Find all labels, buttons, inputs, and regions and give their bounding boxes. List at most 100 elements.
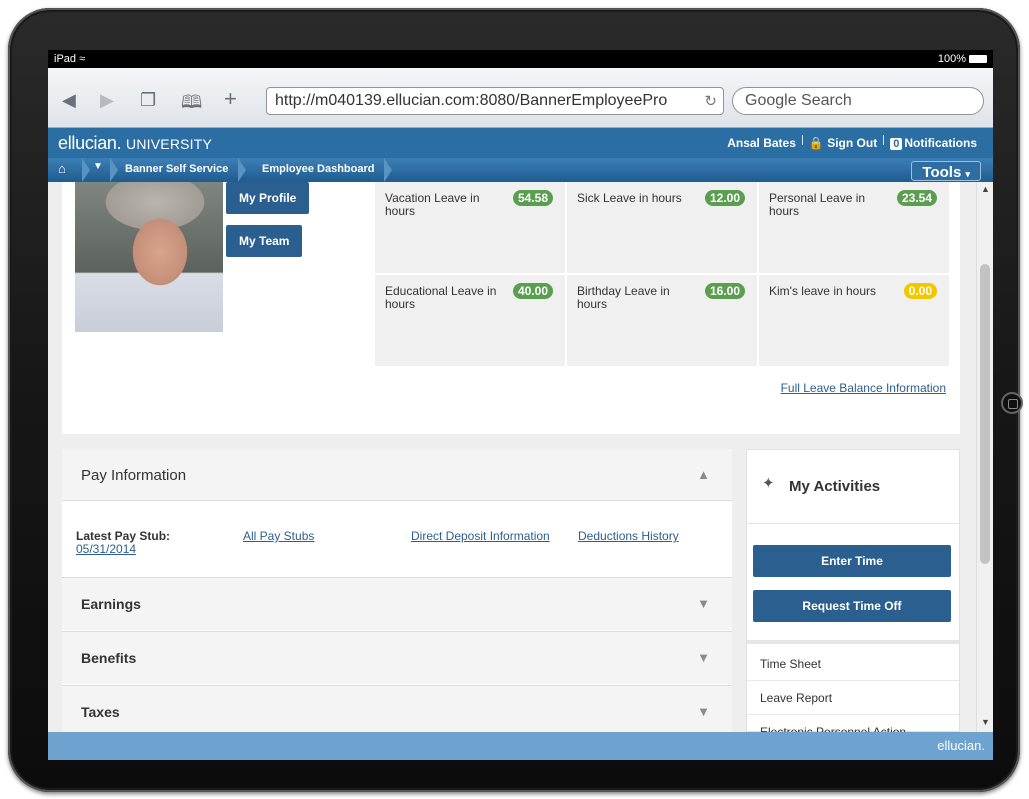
pay-links-row: Latest Pay Stub: 05/31/2014 All Pay Stub… [62, 502, 732, 577]
forward-arrow-icon[interactable]: ▶ [100, 90, 114, 111]
electronic-personnel-action-link[interactable]: Electronic Personnel Action [747, 715, 959, 732]
my-activities-title: My Activities [789, 478, 881, 495]
breadcrumb-employee-dashboard[interactable]: Employee Dashboard [262, 163, 374, 175]
chevron-down-icon[interactable]: ▼ [697, 704, 710, 719]
accordion-taxes[interactable]: Taxes ▼ [62, 685, 732, 732]
battery-indicator: 100% [938, 53, 987, 65]
breadcrumb-banner-self-service[interactable]: Banner Self Service [125, 163, 228, 175]
leave-item: Sick Leave in hours 12.00 [567, 182, 757, 273]
leave-balances: Vacation Leave in hours 54.58 Sick Leave… [375, 182, 949, 366]
full-leave-balance-link[interactable]: Full Leave Balance Information [781, 381, 946, 395]
my-activities-header: ✦ My Activities [747, 450, 959, 524]
accordion-label: Earnings [81, 596, 141, 612]
leave-value-badge: 54.58 [512, 190, 553, 206]
sign-out-link[interactable]: 🔒 Sign Out [809, 136, 877, 150]
tools-menu-button[interactable]: Tools ▾ [911, 161, 981, 181]
footer-brand: ellucian. [937, 738, 985, 753]
lock-icon: 🔒 [808, 136, 824, 150]
crumb-separator [384, 158, 392, 182]
scroll-down-icon[interactable]: ▼ [981, 717, 990, 727]
accordion-earnings[interactable]: Earnings ▼ [62, 577, 732, 630]
divider [747, 640, 959, 644]
page-footer: ellucian. [48, 732, 993, 760]
crumb-separator [82, 158, 90, 182]
divider [801, 135, 803, 145]
accordion-label: Benefits [81, 650, 137, 666]
leave-label: Personal Leave in hours [769, 191, 866, 218]
leave-item: Personal Leave in hours 23.54 [759, 182, 949, 273]
latest-pay-stub-link[interactable]: 05/31/2014 [76, 542, 136, 556]
app-header: ellucian. UNIVERSITY Ansal Bates 🔒 Sign … [48, 128, 993, 158]
notifications-link[interactable]: 0 Notifications [890, 136, 977, 150]
search-placeholder: Google Search [745, 92, 852, 109]
crumb-separator [110, 158, 118, 182]
crumb-separator [238, 158, 246, 182]
leave-label: Educational Leave in hours [385, 284, 497, 311]
chevron-down-icon[interactable]: ▼ [93, 161, 103, 172]
all-pay-stubs-link[interactable]: All Pay Stubs [243, 529, 314, 543]
request-time-off-button[interactable]: Request Time Off [753, 590, 951, 622]
profile-leave-card: My Profile My Team Vacation Leave in hou… [62, 182, 960, 434]
magic-wand-icon: ✦ [762, 475, 775, 492]
chevron-down-icon[interactable]: ▼ [697, 596, 710, 611]
pay-information-title: Pay Information [81, 467, 187, 484]
leave-label: Birthday Leave in hours [577, 284, 670, 311]
battery-icon [969, 55, 987, 64]
pay-information-header[interactable]: Pay Information ▲ [62, 449, 732, 501]
bookmarks-icon[interactable]: 🕮 [181, 90, 202, 120]
tabs-icon[interactable]: ❐ [140, 90, 156, 111]
brand-logo[interactable]: ellucian. UNIVERSITY [58, 133, 212, 154]
chevron-up-icon[interactable]: ▲ [697, 467, 710, 482]
home-button-icon[interactable] [1001, 392, 1023, 414]
chevron-down-icon: ▾ [965, 169, 970, 179]
leave-value-badge: 16.00 [704, 283, 745, 299]
notifications-badge: 0 [890, 138, 903, 150]
direct-deposit-link[interactable]: Direct Deposit Information [411, 529, 550, 543]
leave-item: Birthday Leave in hours 16.00 [567, 275, 757, 366]
carrier-label: iPad ≈ [54, 53, 86, 65]
scroll-thumb[interactable] [980, 264, 990, 564]
deductions-history-link[interactable]: Deductions History [578, 529, 679, 543]
leave-report-link[interactable]: Leave Report [747, 681, 959, 715]
leave-item: Educational Leave in hours 40.00 [375, 275, 565, 366]
scroll-up-icon[interactable]: ▲ [981, 184, 990, 194]
add-icon[interactable]: + [224, 86, 237, 112]
user-menu: Ansal Bates 🔒 Sign Out 0 Notifications [727, 135, 977, 150]
wifi-icon: ≈ [79, 53, 86, 65]
chevron-down-icon[interactable]: ▼ [697, 650, 710, 665]
home-icon[interactable]: ⌂ [58, 161, 66, 176]
my-team-button[interactable]: My Team [226, 225, 303, 257]
browser-toolbar: ◀ ▶ ❐ 🕮 + http://m040139.ellucian.com:80… [48, 68, 993, 128]
brand-suffix: UNIVERSITY [126, 136, 213, 152]
my-profile-button[interactable]: My Profile [226, 182, 310, 214]
pay-information-card: Pay Information ▲ Latest Pay Stub: 05/31… [62, 449, 732, 732]
leave-value-badge: 23.54 [896, 190, 937, 206]
url-text: http://m040139.ellucian.com:8080/BannerE… [275, 92, 668, 109]
search-input[interactable]: Google Search [732, 87, 984, 115]
divider [883, 135, 885, 145]
page-scrollbar[interactable]: ▲ ▼ [976, 182, 993, 732]
leave-label: Kim's leave in hours [769, 284, 877, 298]
leave-label: Sick Leave in hours [577, 191, 682, 205]
accordion-benefits[interactable]: Benefits ▼ [62, 631, 732, 684]
leave-value-badge: 40.00 [512, 283, 553, 299]
my-activities-card: ✦ My Activities Enter Time Request Time … [746, 449, 960, 732]
breadcrumb: ⌂ ▼ Banner Self Service Employee Dashboa… [48, 158, 993, 182]
dashboard-content: My Profile My Team Vacation Leave in hou… [48, 182, 993, 732]
url-input[interactable]: http://m040139.ellucian.com:8080/BannerE… [266, 87, 724, 115]
back-arrow-icon[interactable]: ◀ [62, 90, 76, 111]
leave-item: Vacation Leave in hours 54.58 [375, 182, 565, 273]
leave-value-badge: 12.00 [704, 190, 745, 206]
enter-time-button[interactable]: Enter Time [753, 545, 951, 577]
leave-label: Vacation Leave in hours [385, 191, 480, 218]
leave-item: Kim's leave in hours 0.00 [759, 275, 949, 366]
leave-value-badge: 0.00 [903, 283, 937, 299]
status-bar: iPad ≈ 100% [48, 50, 993, 68]
time-sheet-link[interactable]: Time Sheet [747, 647, 959, 681]
accordion-label: Taxes [81, 704, 120, 720]
employee-photo [75, 182, 223, 332]
reload-icon[interactable]: ↻ [704, 92, 717, 110]
user-name[interactable]: Ansal Bates [727, 136, 796, 150]
screen: iPad ≈ 100% ◀ ▶ ❐ 🕮 + http://m040139.ell… [48, 50, 993, 760]
latest-pay-stub-label: Latest Pay Stub: [76, 529, 171, 543]
